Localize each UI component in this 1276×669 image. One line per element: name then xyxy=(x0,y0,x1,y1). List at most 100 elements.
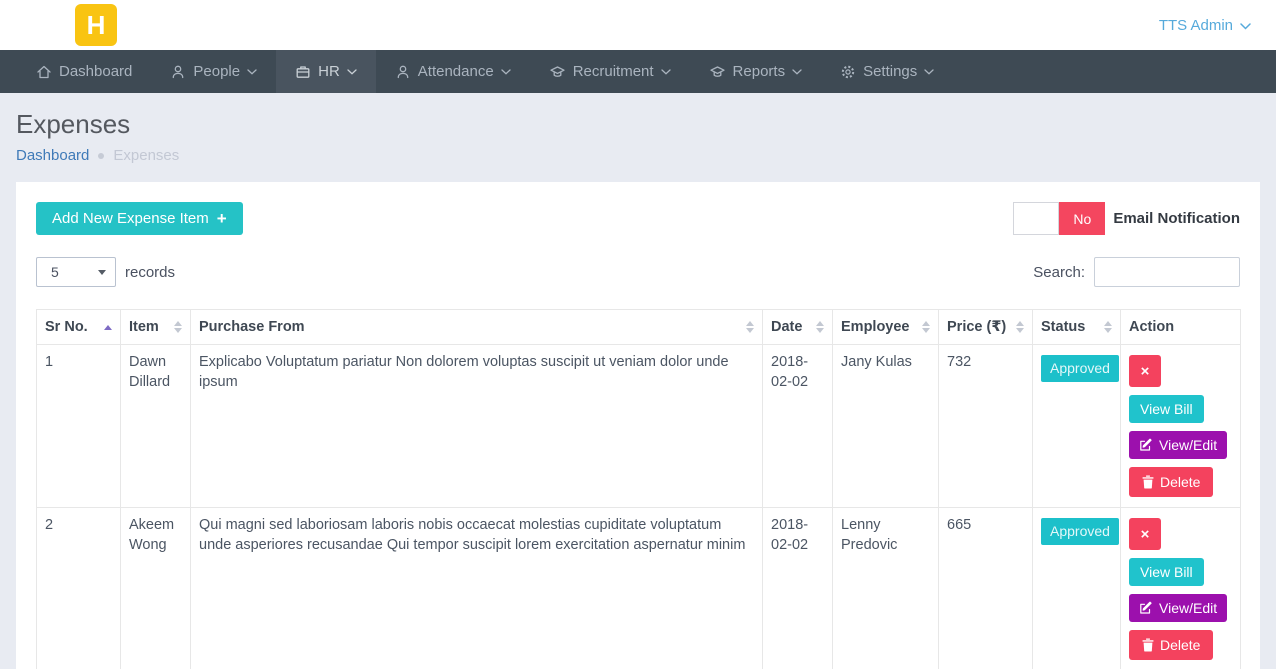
user-menu-label: TTS Admin xyxy=(1159,17,1233,34)
plus-icon: + xyxy=(217,210,227,227)
nav-item-dashboard[interactable]: Dashboard xyxy=(17,50,151,93)
cell-item: Akeem Wong xyxy=(121,508,191,669)
search-input[interactable] xyxy=(1094,257,1240,287)
expenses-table: Sr No. Item Purchase From Date Employee … xyxy=(36,309,1241,669)
main-navbar: Dashboard People HR Attendance Recruitme… xyxy=(0,50,1276,93)
cell-date: 2018-02-02 xyxy=(763,508,833,669)
home-icon xyxy=(36,64,52,80)
cell-status: Approved xyxy=(1033,508,1121,669)
close-icon: × xyxy=(1141,526,1150,543)
app-logo[interactable]: H xyxy=(75,4,117,46)
sort-icon xyxy=(174,321,182,333)
toggle-off-half xyxy=(1013,202,1059,235)
sort-icon xyxy=(746,321,754,333)
sort-asc-icon xyxy=(104,325,112,330)
chevron-down-icon xyxy=(1240,17,1251,34)
column-header-item[interactable]: Item xyxy=(121,310,191,345)
table-header-row: Sr No. Item Purchase From Date Employee … xyxy=(37,310,1241,345)
page-title: Expenses xyxy=(16,108,1260,140)
graduation-cap-icon xyxy=(709,64,726,80)
cell-purchase-from: Qui magni sed laboriosam laboris nobis o… xyxy=(191,508,763,669)
page-head: Expenses Dashboard Expenses xyxy=(0,93,1276,164)
nav-item-people[interactable]: People xyxy=(151,50,276,93)
view-bill-button[interactable]: View Bill xyxy=(1129,395,1204,423)
cell-price: 665 xyxy=(939,508,1033,669)
cell-sr-no: 1 xyxy=(37,345,121,508)
sort-icon xyxy=(1104,321,1112,333)
column-header-price[interactable]: Price (₹) xyxy=(939,310,1033,345)
expenses-card: Add New Expense Item + No Email Notifica… xyxy=(16,182,1260,669)
records-label: records xyxy=(125,264,175,281)
app-logo-letter: H xyxy=(87,10,106,41)
cell-purchase-from: Explicabo Voluptatum pariatur Non dolore… xyxy=(191,345,763,508)
records-per-page-value: 5 xyxy=(51,264,59,280)
status-badge: Approved xyxy=(1041,518,1119,545)
cell-item: Dawn Dillard xyxy=(121,345,191,508)
cell-action: × View Bill View/Edit Delete xyxy=(1121,345,1241,508)
column-header-purchase-from[interactable]: Purchase From xyxy=(191,310,763,345)
topbar: H TTS Admin xyxy=(0,0,1276,50)
user-menu[interactable]: TTS Admin xyxy=(1159,17,1251,34)
nav-item-label: Recruitment xyxy=(573,63,654,80)
nav-item-label: Attendance xyxy=(418,63,494,80)
nav-item-label: People xyxy=(193,63,240,80)
view-edit-button[interactable]: View/Edit xyxy=(1129,431,1227,459)
nav-item-label: Settings xyxy=(863,63,917,80)
caret-down-icon xyxy=(98,270,106,275)
edit-icon xyxy=(1139,601,1153,615)
sort-icon xyxy=(922,321,930,333)
briefcase-icon xyxy=(295,64,311,80)
chevron-down-icon xyxy=(792,69,802,75)
status-badge: Approved xyxy=(1041,355,1119,382)
cell-sr-no: 2 xyxy=(37,508,121,669)
view-edit-button[interactable]: View/Edit xyxy=(1129,594,1227,622)
cell-employee: Lenny Predovic xyxy=(833,508,939,669)
user-icon xyxy=(395,64,411,80)
cell-date: 2018-02-02 xyxy=(763,345,833,508)
breadcrumb: Dashboard Expenses xyxy=(16,147,1260,164)
nav-item-recruitment[interactable]: Recruitment xyxy=(530,50,690,93)
cell-action: × View Bill View/Edit Delete xyxy=(1121,508,1241,669)
toggle-state-label: No xyxy=(1059,202,1105,235)
nav-item-settings[interactable]: Settings xyxy=(821,50,953,93)
chevron-down-icon xyxy=(924,69,934,75)
breadcrumb-current: Expenses xyxy=(113,147,179,164)
close-icon: × xyxy=(1141,363,1150,380)
nav-item-label: Reports xyxy=(733,63,786,80)
nav-item-label: HR xyxy=(318,63,340,80)
chevron-down-icon xyxy=(247,69,257,75)
trash-icon xyxy=(1142,475,1154,489)
table-row: 1 Dawn Dillard Explicabo Voluptatum pari… xyxy=(37,345,1241,508)
nav-item-reports[interactable]: Reports xyxy=(690,50,822,93)
add-expense-button-label: Add New Expense Item xyxy=(52,210,209,227)
search-label: Search: xyxy=(1033,264,1085,281)
chevron-down-icon xyxy=(661,69,671,75)
nav-item-label: Dashboard xyxy=(59,63,132,80)
column-header-date[interactable]: Date xyxy=(763,310,833,345)
chevron-down-icon xyxy=(501,69,511,75)
close-button[interactable]: × xyxy=(1129,355,1161,387)
nav-item-hr[interactable]: HR xyxy=(276,50,376,93)
chevron-down-icon xyxy=(347,69,357,75)
cell-status: Approved xyxy=(1033,345,1121,508)
delete-button[interactable]: Delete xyxy=(1129,630,1213,660)
close-button[interactable]: × xyxy=(1129,518,1161,550)
column-header-status[interactable]: Status xyxy=(1033,310,1121,345)
column-header-action: Action xyxy=(1121,310,1241,345)
records-per-page-select[interactable]: 5 xyxy=(36,257,116,287)
user-icon xyxy=(170,64,186,80)
trash-icon xyxy=(1142,638,1154,652)
nav-item-attendance[interactable]: Attendance xyxy=(376,50,530,93)
graduation-cap-icon xyxy=(549,64,566,80)
sort-icon xyxy=(816,321,824,333)
breadcrumb-dashboard-link[interactable]: Dashboard xyxy=(16,147,89,164)
delete-button[interactable]: Delete xyxy=(1129,467,1213,497)
table-row: 2 Akeem Wong Qui magni sed laboriosam la… xyxy=(37,508,1241,669)
add-expense-button[interactable]: Add New Expense Item + xyxy=(36,202,243,235)
column-header-sr-no[interactable]: Sr No. xyxy=(37,310,121,345)
cell-employee: Jany Kulas xyxy=(833,345,939,508)
column-header-employee[interactable]: Employee xyxy=(833,310,939,345)
view-bill-button[interactable]: View Bill xyxy=(1129,558,1204,586)
breadcrumb-separator-dot xyxy=(98,153,104,159)
email-notification-toggle[interactable]: No xyxy=(1013,202,1105,235)
